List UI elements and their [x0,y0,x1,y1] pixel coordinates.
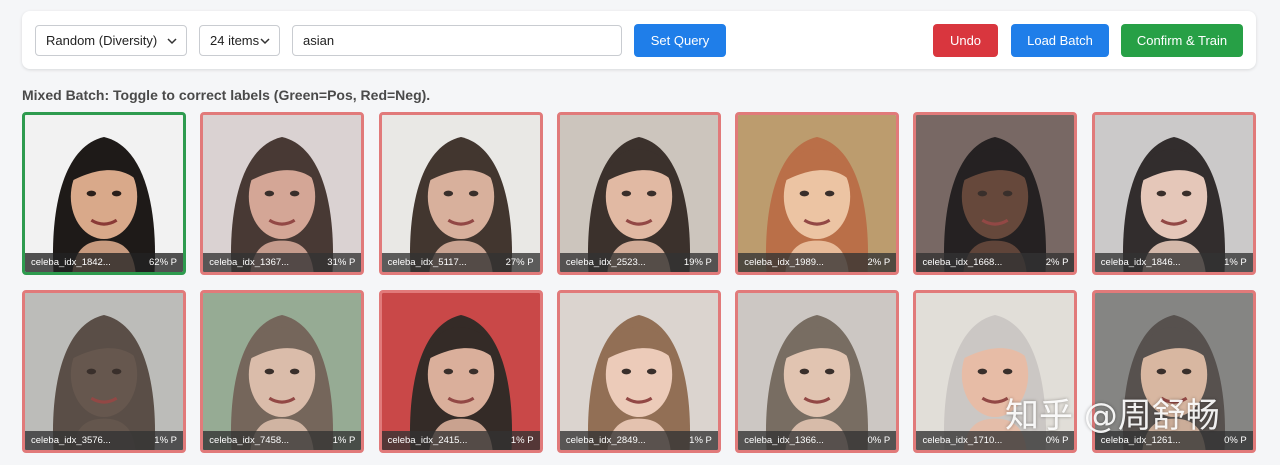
image-id: celeba_idx_1842... [31,257,111,268]
image-card[interactable]: celeba_idx_2415... 1% P [378,290,543,453]
image-card[interactable]: celeba_idx_1842... 62% P [22,112,186,275]
query-input[interactable] [292,25,622,56]
image-score: 31% P [327,257,356,268]
image-label-bar: celeba_idx_2523... 19% P [559,253,718,272]
image-label-bar: celeba_idx_1710... 0% P [916,431,1075,450]
strategy-select-value: Random (Diversity) [46,33,158,48]
image-id: celeba_idx_1366... [744,435,824,446]
image-id: celeba_idx_1989... [744,257,824,268]
image-id: celeba_idx_1846... [1100,257,1181,268]
batch-heading: Mixed Batch: Toggle to correct labels (G… [22,87,431,103]
image-label-bar: celeba_idx_5117... 27% P [381,253,540,272]
face-image [381,115,540,272]
undo-button[interactable]: Undo [933,24,998,57]
image-card[interactable]: celeba_idx_1668... 2% P [913,112,1078,275]
face-image [25,293,183,450]
image-card[interactable]: celeba_idx_1989... 2% P [735,112,900,275]
image-card[interactable]: celeba_idx_2849... 1% P [556,290,721,453]
image-grid: celeba_idx_1842... 62% P celeba_idx_1367..… [22,112,1256,453]
chevron-down-icon [167,38,177,45]
image-score: 2% P [867,257,891,268]
image-card[interactable]: celeba_idx_1710... 0% P [913,290,1078,453]
load-batch-button[interactable]: Load Batch [1011,24,1109,57]
face-image [1094,293,1253,450]
image-score: 1% P [1224,257,1247,268]
face-image [916,293,1075,450]
face-image [916,115,1075,272]
image-label-bar: celeba_idx_1367... 31% P [203,253,362,272]
image-score: 0% P [867,435,891,446]
set-query-button[interactable]: Set Query [634,24,726,57]
image-label-bar: celeba_idx_3576... 1% P [25,431,183,450]
face-image [203,293,362,450]
count-select[interactable]: 24 items [199,25,280,56]
image-id: celeba_idx_2849... [565,435,646,446]
image-card[interactable]: celeba_idx_5117... 27% P [378,112,543,275]
face-image [738,115,897,272]
image-card[interactable]: celeba_idx_7458... 1% P [200,290,365,453]
count-select-value: 24 items [210,33,260,48]
image-score: 27% P [505,257,534,268]
confirm-train-button[interactable]: Confirm & Train [1121,24,1243,57]
image-id: celeba_idx_1710... [922,435,1003,446]
chevron-down-icon [260,38,270,45]
image-card[interactable]: celeba_idx_1846... 1% P [1091,112,1256,275]
image-id: celeba_idx_2415... [387,435,468,446]
face-image [381,293,540,450]
image-id: celeba_idx_1367... [209,257,290,268]
image-score: 19% P [683,257,712,268]
image-id: celeba_idx_1668... [922,257,1003,268]
image-score: 1% P [510,435,534,446]
image-label-bar: celeba_idx_1261... 0% P [1094,431,1253,450]
image-score: 62% P [149,257,177,268]
face-image [738,293,897,450]
image-score: 0% P [1224,435,1247,446]
image-label-bar: celeba_idx_7458... 1% P [203,431,362,450]
image-score: 1% P [332,435,356,446]
image-card[interactable]: celeba_idx_3576... 1% P [22,290,186,453]
face-image [559,115,718,272]
image-score: 0% P [1045,435,1069,446]
face-image [1094,115,1253,272]
image-card[interactable]: celeba_idx_1261... 0% P [1091,290,1256,453]
face-image [559,293,718,450]
image-id: celeba_idx_2523... [565,257,646,268]
image-card[interactable]: celeba_idx_1367... 31% P [200,112,365,275]
image-id: celeba_idx_7458... [209,435,290,446]
image-label-bar: celeba_idx_1668... 2% P [916,253,1075,272]
image-card[interactable]: celeba_idx_1366... 0% P [735,290,900,453]
image-label-bar: celeba_idx_2849... 1% P [559,431,718,450]
image-label-bar: celeba_idx_1842... 62% P [25,253,183,272]
image-id: celeba_idx_1261... [1100,435,1181,446]
image-id: celeba_idx_5117... [387,257,467,268]
image-label-bar: celeba_idx_2415... 1% P [381,431,540,450]
face-image [203,115,362,272]
face-image [25,115,183,272]
image-label-bar: celeba_idx_1366... 0% P [738,431,897,450]
image-score: 1% P [154,435,177,446]
image-card[interactable]: celeba_idx_2523... 19% P [556,112,721,275]
strategy-select[interactable]: Random (Diversity) [35,25,187,56]
image-id: celeba_idx_3576... [31,435,111,446]
toolbar: Random (Diversity) 24 items Set Query Un… [22,11,1256,69]
image-score: 1% P [689,435,712,446]
image-label-bar: celeba_idx_1989... 2% P [738,253,897,272]
image-score: 2% P [1045,257,1069,268]
image-label-bar: celeba_idx_1846... 1% P [1094,253,1253,272]
